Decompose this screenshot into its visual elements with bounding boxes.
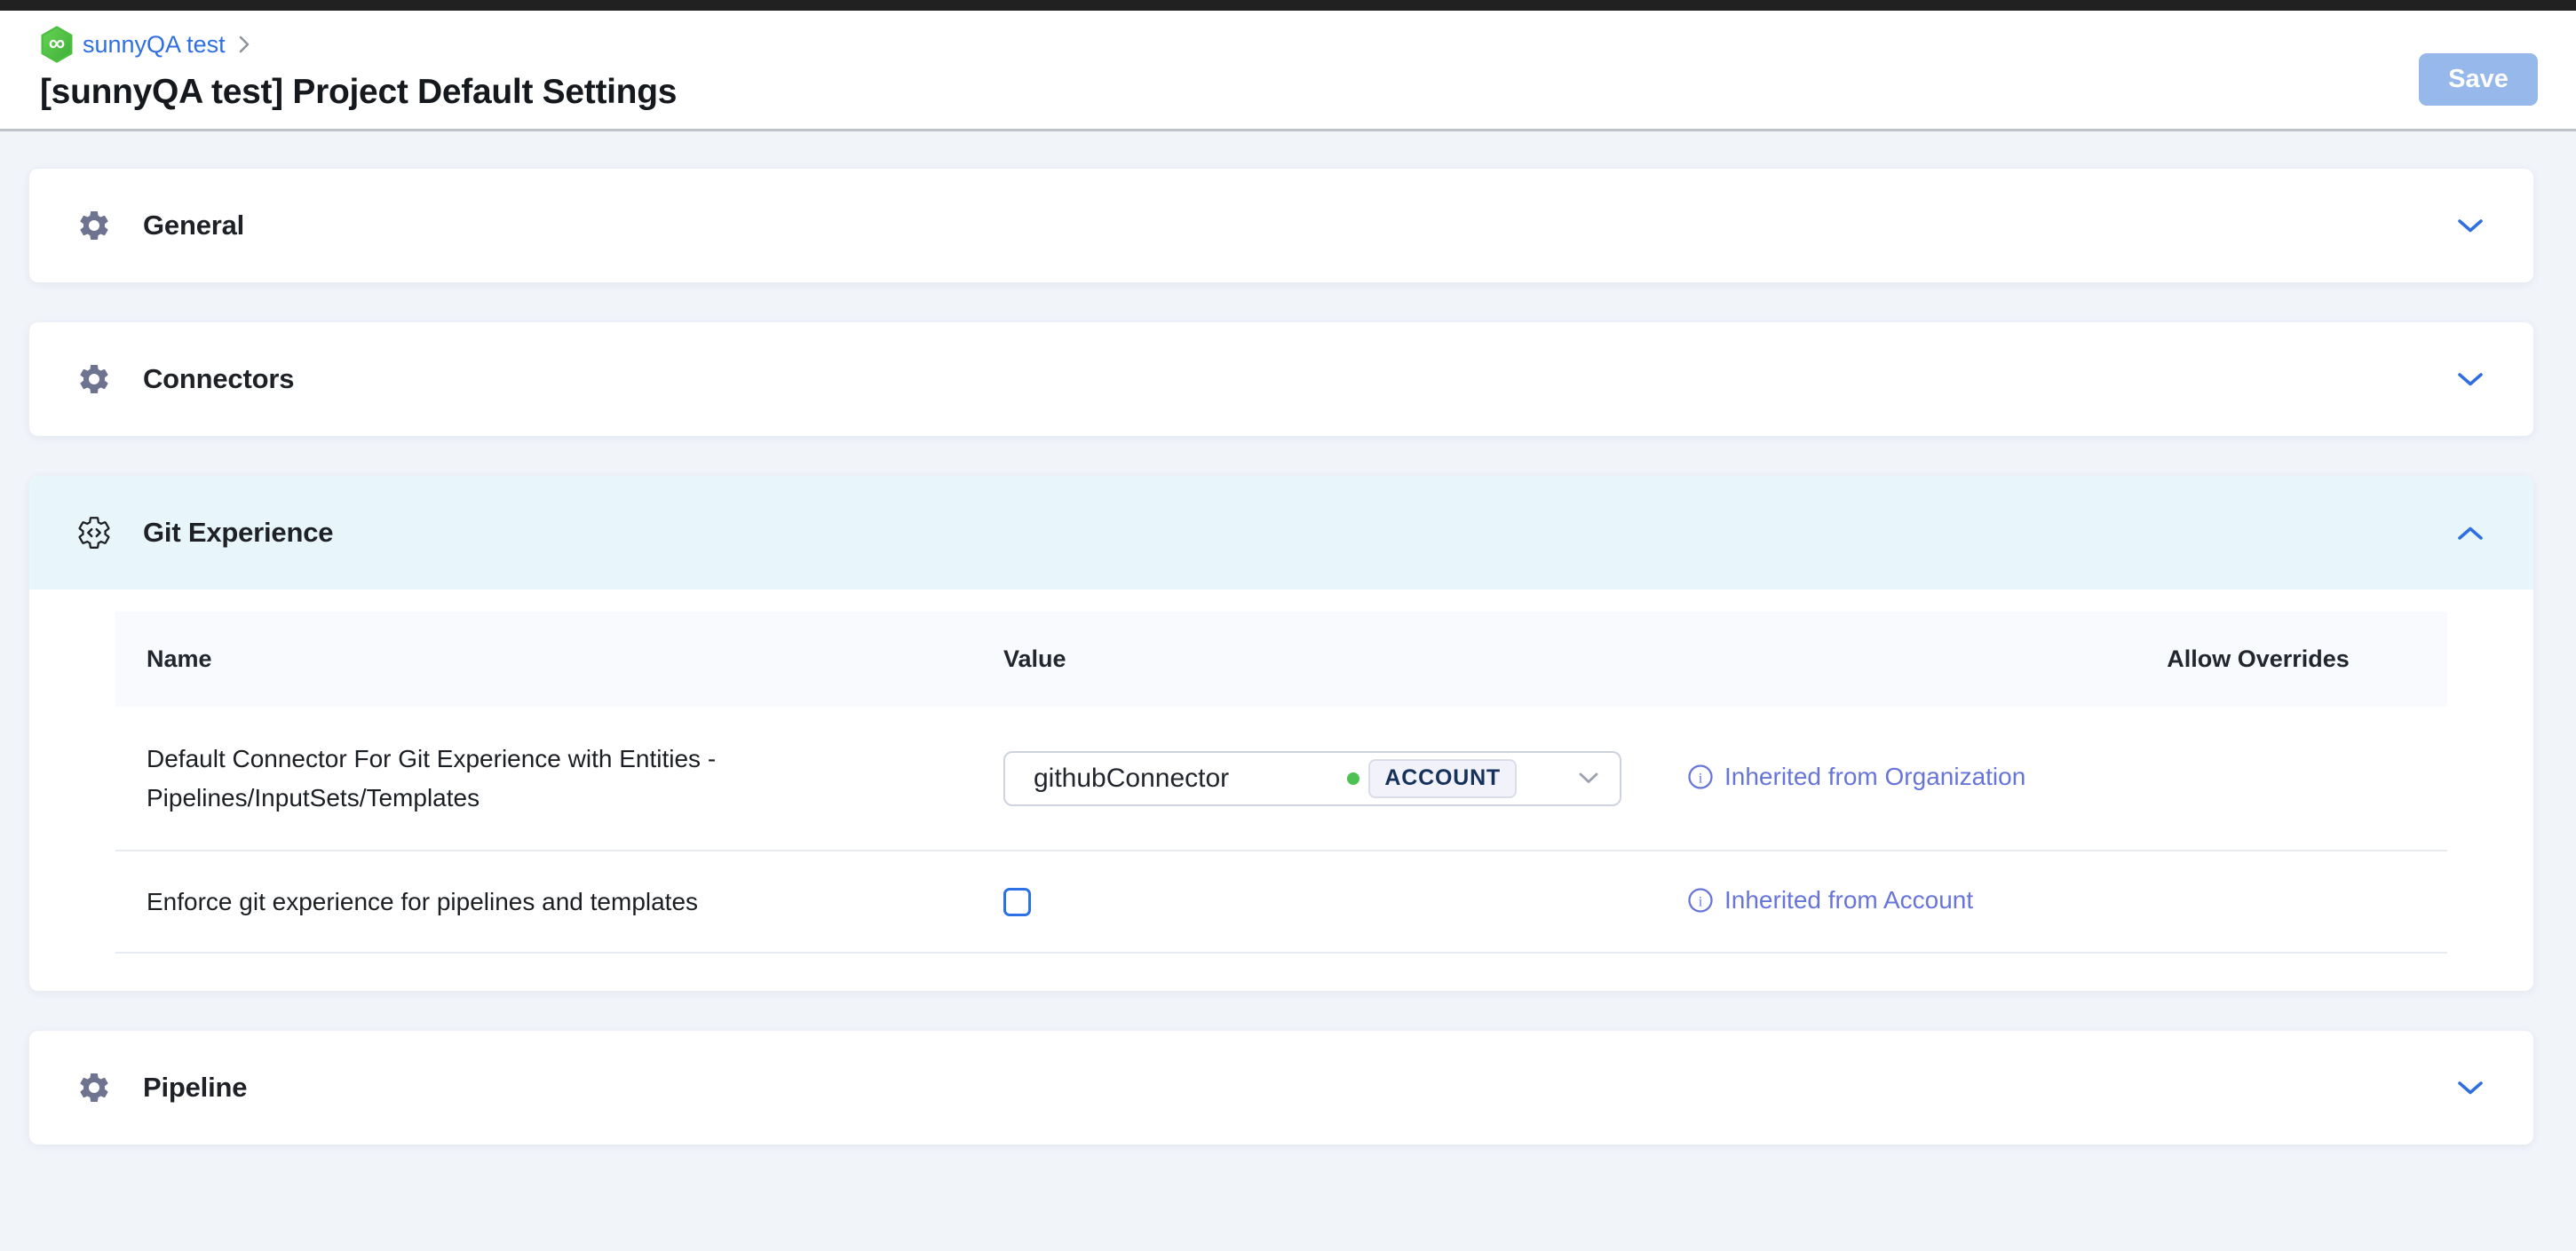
breadcrumb: ∞ sunnyQA test	[40, 25, 2536, 64]
inherited-from-organization-link[interactable]: i Inherited from Organization	[1687, 763, 2025, 791]
breadcrumb-chevron-icon	[238, 35, 250, 54]
infinity-icon: ∞	[49, 31, 66, 54]
section-header-git-experience[interactable]: Git Experience	[29, 476, 2533, 590]
column-header-allow-overrides: Allow Overrides	[2069, 645, 2447, 673]
scope-badge: ACCOUNT	[1368, 759, 1517, 798]
section-label-connectors: Connectors	[143, 363, 294, 395]
chevron-down-icon[interactable]	[2450, 211, 2491, 241]
save-button[interactable]: Save	[2419, 53, 2538, 106]
chevron-down-icon[interactable]	[2450, 1073, 2491, 1103]
section-card-connectors: Connectors	[29, 322, 2533, 436]
inherited-label: Inherited from Organization	[1724, 763, 2025, 791]
section-card-pipeline: Pipeline	[29, 1031, 2533, 1144]
breadcrumb-project-link[interactable]: sunnyQA test	[83, 31, 226, 59]
gear-code-icon	[75, 514, 113, 551]
section-header-general[interactable]: General	[29, 169, 2533, 282]
section-header-pipeline[interactable]: Pipeline	[29, 1031, 2533, 1144]
enforce-git-experience-checkbox[interactable]	[1003, 888, 1031, 916]
section-header-connectors[interactable]: Connectors	[29, 322, 2533, 436]
connectivity-status-dot	[1347, 772, 1359, 785]
select-chevron-down-icon	[1517, 772, 1598, 784]
table-header-row: Name Value Allow Overrides	[115, 612, 2447, 707]
chevron-up-icon[interactable]	[2450, 519, 2491, 548]
page-header: ∞ sunnyQA test [sunnyQA test] Project De…	[0, 11, 2576, 131]
section-card-git-experience: Git Experience Name Value Allow Override…	[29, 476, 2533, 991]
project-hexagon-icon: ∞	[40, 26, 74, 63]
info-icon: i	[1687, 887, 1714, 914]
gear-icon	[75, 1069, 113, 1106]
setting-name: Enforce git experience for pipelines and…	[147, 883, 1003, 921]
inherited-from-account-link[interactable]: i Inherited from Account	[1687, 886, 1973, 914]
table-row: Enforce git experience for pipelines and…	[115, 851, 2447, 954]
section-label-general: General	[143, 210, 244, 241]
info-icon: i	[1687, 764, 1714, 790]
connector-select[interactable]: githubConnector ACCOUNT	[1003, 751, 1621, 806]
inherited-label: Inherited from Account	[1724, 886, 1973, 914]
setting-name: Default Connector For Git Experience wit…	[147, 740, 1003, 817]
column-header-value: Value	[1003, 645, 1687, 673]
svg-text:i: i	[1699, 770, 1703, 786]
gear-icon	[75, 207, 113, 244]
column-header-name: Name	[115, 645, 1003, 673]
table-row: Default Connector For Git Experience wit…	[115, 707, 2447, 851]
section-card-general: General	[29, 169, 2533, 282]
window-top-bar	[0, 0, 2576, 11]
connector-select-value: githubConnector	[1034, 764, 1347, 794]
git-experience-settings-table: Name Value Allow Overrides Default Conne…	[29, 590, 2533, 991]
gear-icon	[75, 360, 113, 398]
svg-text:i: i	[1699, 893, 1703, 909]
page-title: [sunnyQA test] Project Default Settings	[40, 73, 2536, 112]
chevron-down-icon[interactable]	[2450, 365, 2491, 394]
section-label-pipeline: Pipeline	[143, 1072, 247, 1104]
section-label-git-experience: Git Experience	[143, 517, 333, 549]
settings-content: General Connectors Git Experience	[0, 131, 2576, 1144]
